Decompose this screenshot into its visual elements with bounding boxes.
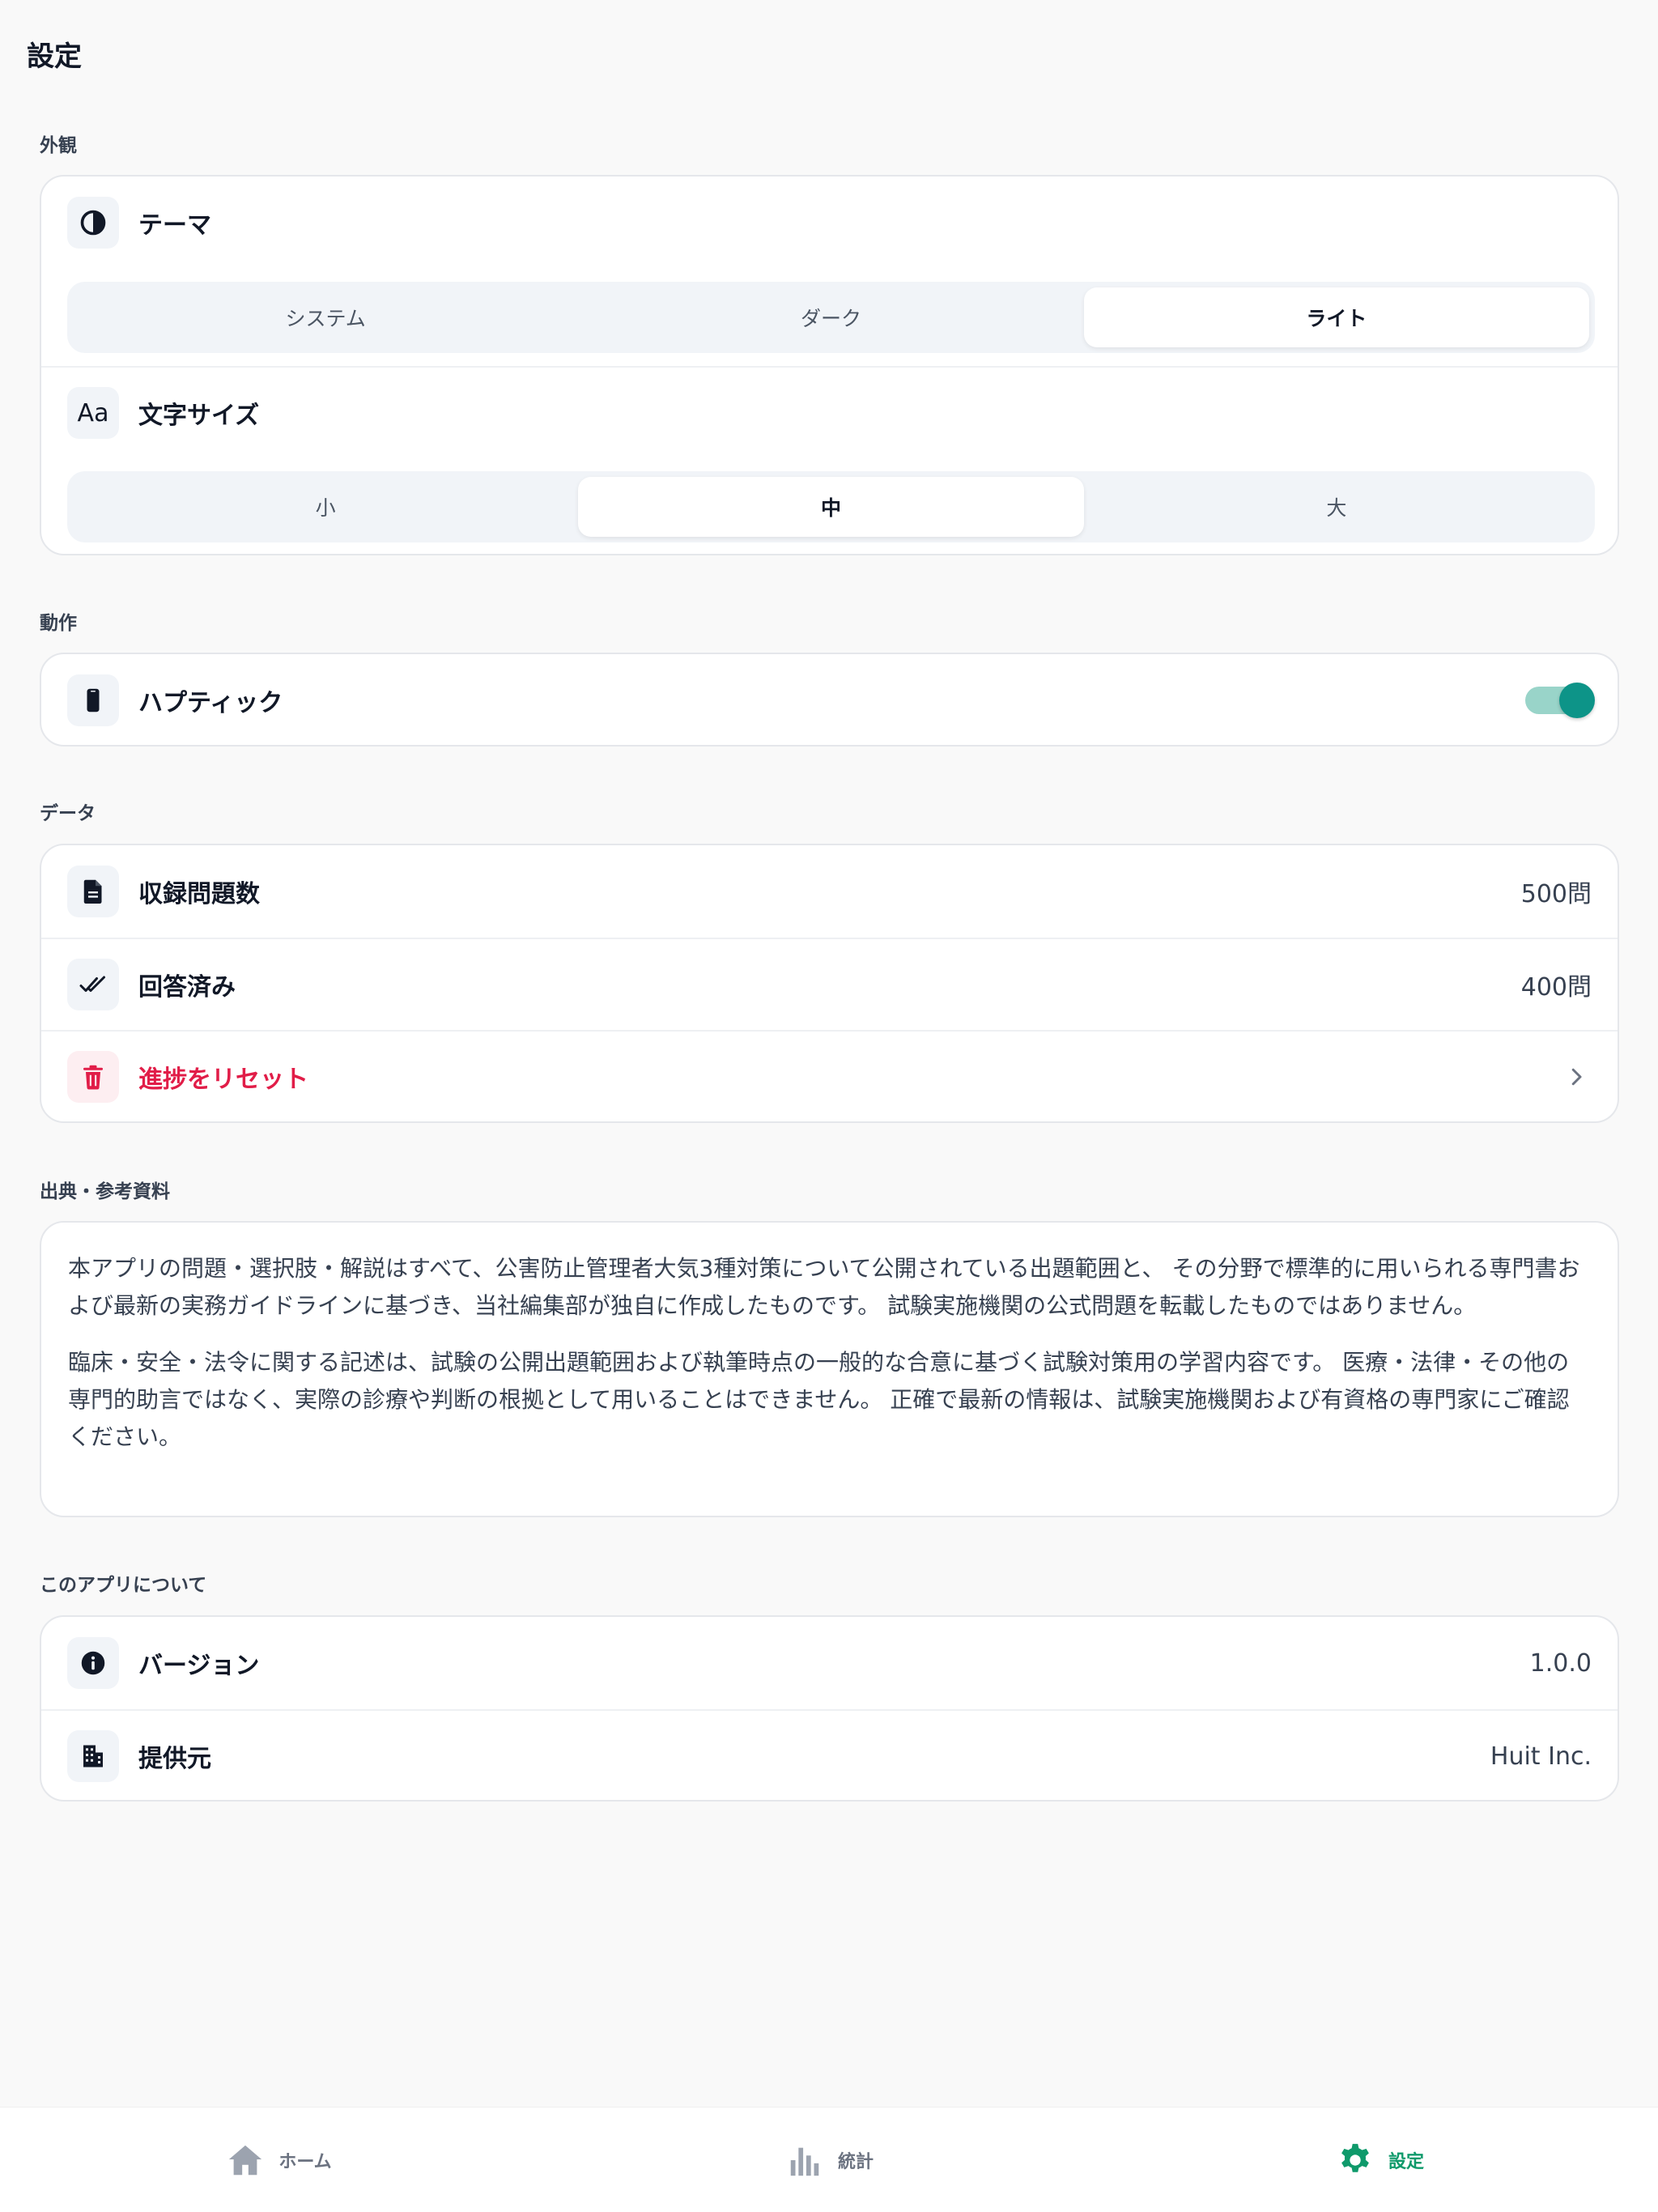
haptic-label: ハプティック: [138, 689, 283, 717]
chevron-right-icon: [1571, 1068, 1582, 1086]
tab-stats-label: 統計: [837, 2152, 874, 2172]
phone-icon: [67, 674, 119, 726]
version-row: バージョン 1.0.0: [41, 1617, 1618, 1709]
tab-stats[interactable]: 統計: [729, 2108, 931, 2212]
font-size-segmented-control: 小 中 大: [67, 471, 1595, 542]
total-questions-row: 収録問題数 500問: [41, 845, 1618, 938]
total-questions-label: 収録問題数: [138, 880, 260, 908]
section-label-sources: 出典・参考資料: [40, 1181, 170, 1202]
version-label: バージョン: [138, 1652, 260, 1680]
tab-home-label: ホーム: [278, 2152, 332, 2172]
reset-progress-row[interactable]: 進捗をリセット: [41, 1030, 1618, 1121]
section-label-appearance: 外観: [40, 135, 77, 156]
contrast-icon: [67, 197, 119, 249]
trash-icon: [67, 1051, 119, 1103]
theme-option-system[interactable]: システム: [73, 287, 578, 347]
theme-segmented-control: システム ダーク ライト: [67, 282, 1595, 353]
tab-settings-label: 設定: [1388, 2152, 1424, 2172]
section-label-behavior: 動作: [40, 613, 77, 634]
answered-label: 回答済み: [138, 973, 236, 1002]
version-value: 1.0.0: [1529, 1648, 1592, 1678]
toggle-knob: [1559, 683, 1595, 718]
about-card: バージョン 1.0.0 提供元 Huit Inc.: [40, 1615, 1619, 1802]
tab-settings[interactable]: 設定: [1279, 2108, 1482, 2212]
answered-row: 回答済み 400問: [41, 938, 1618, 1030]
total-questions-value: 500問: [1520, 880, 1592, 908]
settings-page: 設定 外観 テーマ システム ダーク ライト Aa 文字サイズ 小 中 大 動作: [0, 0, 1658, 2105]
text-size-icon: Aa: [67, 387, 119, 439]
font-size-row: Aa 文字サイズ: [41, 366, 1618, 458]
tab-bar: ホーム 統計 設定: [0, 2107, 1658, 2212]
haptic-row: ハプティック: [41, 654, 1618, 745]
appearance-card: テーマ システム ダーク ライト Aa 文字サイズ 小 中 大: [40, 175, 1619, 555]
theme-option-light[interactable]: ライト: [1083, 287, 1589, 347]
document-icon: [67, 866, 119, 917]
theme-option-dark[interactable]: ダーク: [578, 287, 1083, 347]
font-size-option-medium[interactable]: 中: [578, 477, 1084, 537]
section-label-about: このアプリについて: [40, 1575, 207, 1596]
section-label-data: データ: [40, 803, 96, 824]
font-size-label: 文字サイズ: [138, 402, 260, 430]
data-card: 収録問題数 500問 回答済み 400問 進捗をリセット: [40, 844, 1619, 1123]
double-check-icon: [67, 959, 119, 1010]
theme-row: テーマ: [41, 177, 1618, 269]
sources-card: 本アプリの問題・選択肢・解説はすべて、公害防止管理者大気3種対策について公開され…: [40, 1221, 1619, 1517]
sources-paragraph-1: 本アプリの問題・選択肢・解説はすべて、公害防止管理者大気3種対策について公開され…: [68, 1255, 1580, 1319]
home-icon: [229, 2145, 262, 2176]
sources-paragraph-2: 臨床・安全・法令に関する記述は、試験の公開出題範囲および執筆時点の一般的な合意に…: [68, 1349, 1570, 1450]
answered-value: 400問: [1520, 973, 1592, 1002]
tab-home[interactable]: ホーム: [178, 2108, 380, 2212]
provider-row: 提供元 Huit Inc.: [41, 1709, 1618, 1800]
page-title: 設定: [27, 40, 82, 73]
font-size-option-small[interactable]: 小: [73, 477, 578, 537]
provider-label: 提供元: [138, 1745, 211, 1773]
font-size-option-large[interactable]: 大: [1084, 477, 1589, 537]
theme-label: テーマ: [138, 211, 211, 240]
reset-progress-label: 進捗をリセット: [138, 1066, 308, 1094]
chart-icon: [790, 2147, 819, 2176]
provider-value: Huit Inc.: [1490, 1742, 1592, 1771]
info-icon: [67, 1637, 119, 1689]
gear-icon: [1341, 2143, 1369, 2172]
building-icon: [67, 1730, 119, 1782]
behavior-card: ハプティック: [40, 653, 1619, 747]
haptic-toggle[interactable]: [1525, 683, 1595, 718]
